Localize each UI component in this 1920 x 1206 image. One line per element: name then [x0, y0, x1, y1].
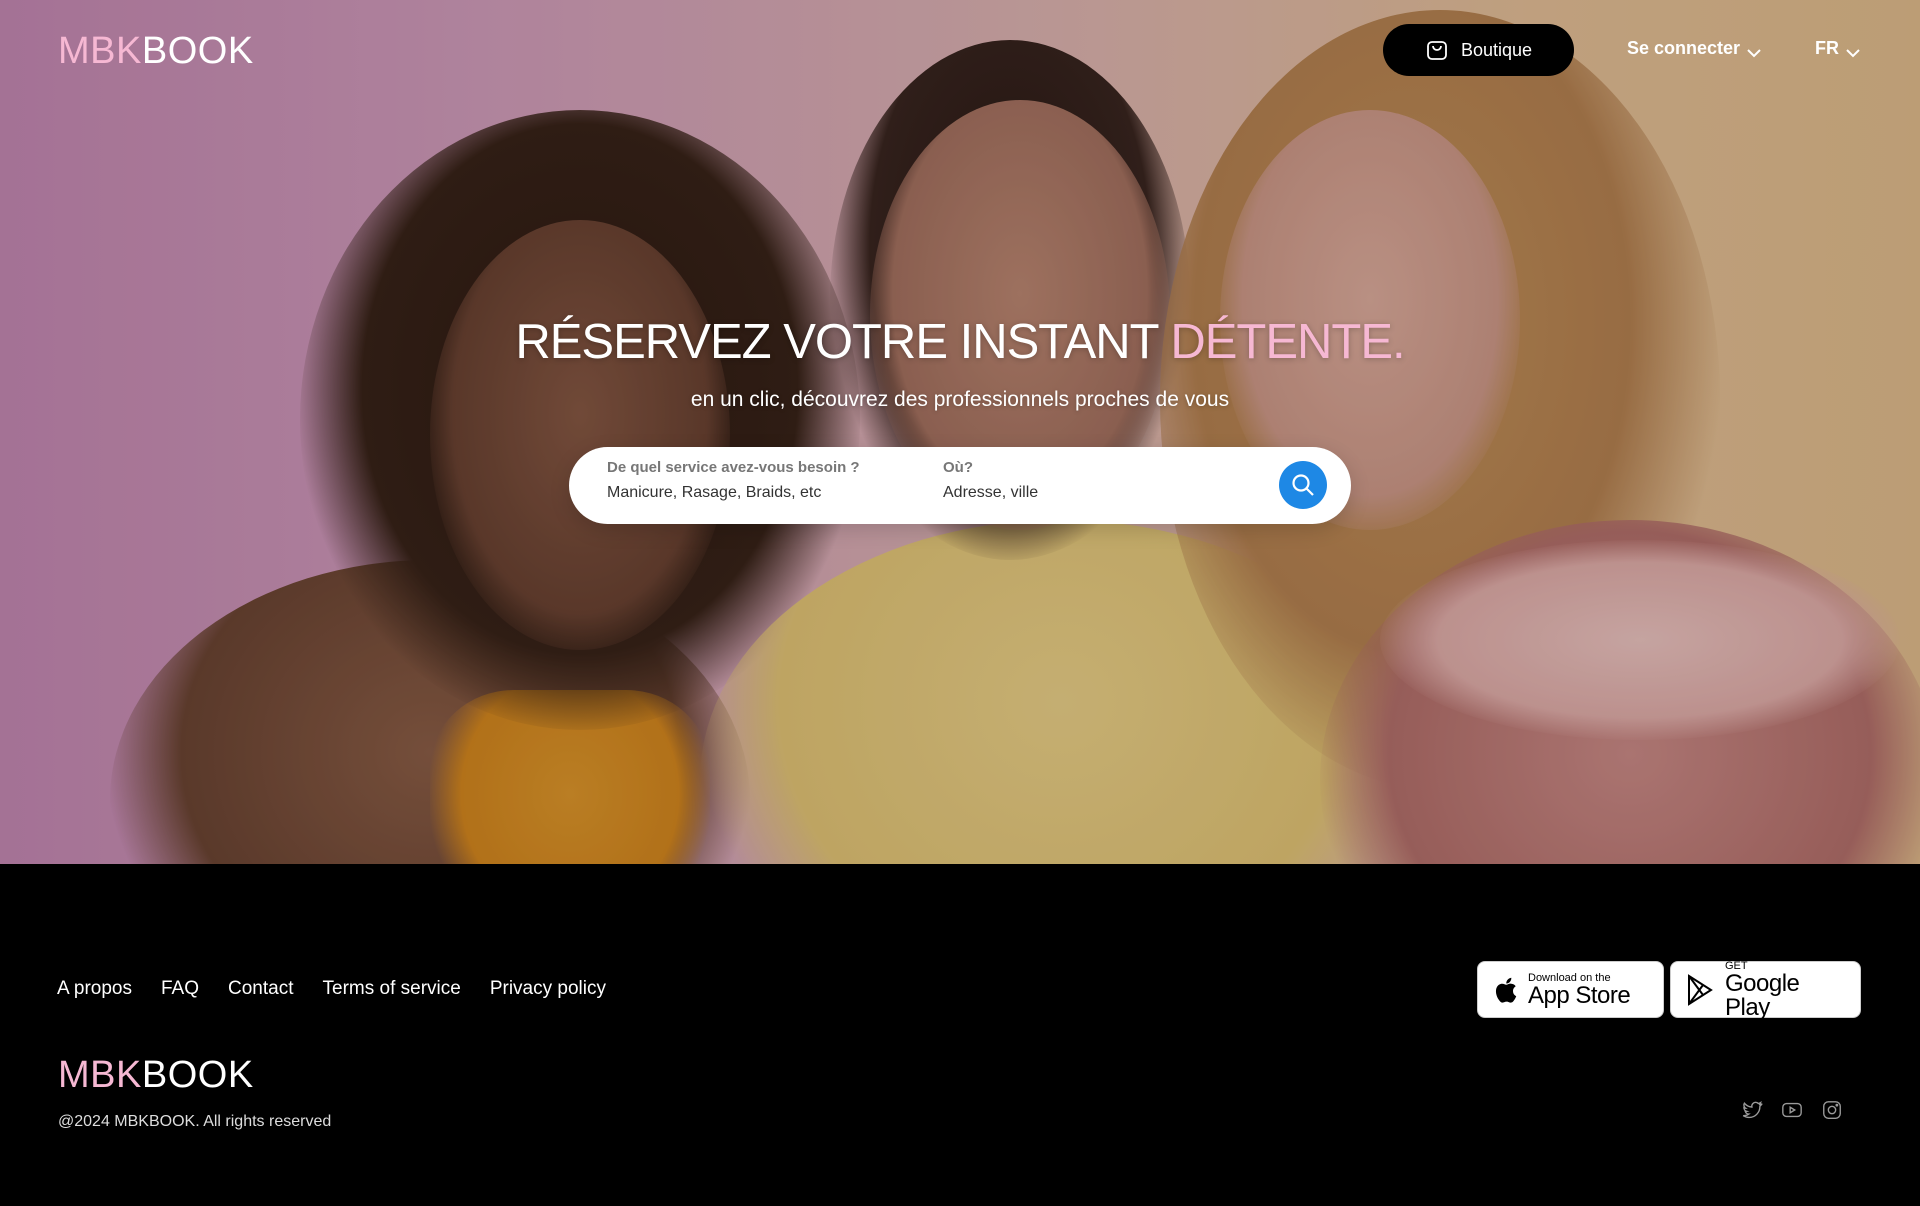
footer-link-privacy[interactable]: Privacy policy — [490, 978, 606, 1000]
login-label: Se connecter — [1627, 38, 1741, 58]
chevron-down-icon — [1845, 43, 1861, 57]
google-play-icon — [1685, 973, 1715, 1006]
language-label: FR — [1815, 38, 1839, 58]
search-icon — [1290, 472, 1316, 498]
footer-links: A propos FAQ Contact Terms of service Pr… — [57, 978, 606, 1000]
hero-subtitle: en un clic, découvrez des professionnels… — [690, 388, 1230, 411]
boutique-label: Boutique — [1460, 39, 1533, 60]
language-dropdown[interactable]: FR — [1815, 38, 1861, 59]
search-bar: De quel service avez-vous besoin ? Où? — [569, 447, 1351, 524]
footer-link-contact[interactable]: Contact — [228, 978, 293, 1000]
hero-title-accent: DÉTENTE. — [1170, 315, 1405, 369]
boutique-button[interactable]: Boutique — [1383, 24, 1574, 76]
location-input[interactable] — [943, 484, 1243, 502]
hero-title: RÉSERVEZ VOTRE INSTANT DÉTENTE. — [515, 315, 1405, 369]
footer-link-about[interactable]: A propos — [57, 978, 132, 1000]
youtube-icon[interactable] — [1781, 1099, 1803, 1121]
apple-icon — [1492, 975, 1518, 1005]
app-store-big-text: App Store — [1528, 981, 1631, 1009]
footer-link-faq[interactable]: FAQ — [161, 978, 199, 1000]
login-dropdown[interactable]: Se connecter — [1627, 38, 1762, 59]
footer: A propos FAQ Contact Terms of service Pr… — [0, 864, 1920, 1206]
google-play-big-text: Google Play — [1725, 969, 1800, 1021]
instagram-icon[interactable] — [1821, 1099, 1843, 1121]
service-field: De quel service avez-vous besoin ? — [607, 459, 907, 502]
shopping-bag-icon — [1425, 38, 1449, 62]
app-store-badge[interactable]: Download on the App Store — [1477, 961, 1664, 1018]
service-input[interactable] — [607, 484, 907, 502]
location-field-label: Où? — [943, 459, 973, 476]
chevron-down-icon — [1746, 43, 1762, 57]
service-field-label: De quel service avez-vous besoin ? — [607, 459, 860, 476]
footer-logo[interactable]: MBKBOOK — [58, 1054, 254, 1097]
footer-link-terms[interactable]: Terms of service — [323, 978, 461, 1000]
location-field: Où? — [943, 459, 1243, 502]
hero-section: MBKBOOK Boutique Se connecter FR RÉSERVE… — [0, 0, 1920, 864]
google-play-badge[interactable]: GET Google Play — [1670, 960, 1861, 1021]
search-button[interactable] — [1279, 461, 1327, 509]
site-logo[interactable]: MBKBOOK — [58, 30, 254, 73]
copyright-text: @2024 MBKBOOK. All rights reserved — [58, 1113, 332, 1130]
twitter-icon[interactable] — [1741, 1099, 1763, 1121]
social-links — [1741, 1099, 1843, 1121]
